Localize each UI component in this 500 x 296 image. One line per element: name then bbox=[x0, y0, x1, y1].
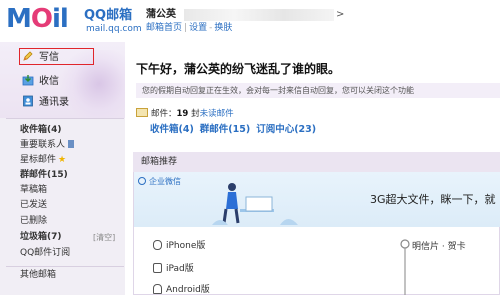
folder-group[interactable]: 群邮件(15) bbox=[20, 170, 68, 181]
qqmail-logo[interactable]: MOil bbox=[6, 4, 69, 34]
unread-mail-link[interactable]: 未读邮件 bbox=[200, 109, 234, 119]
android-icon bbox=[153, 284, 162, 294]
logo-title: QQ邮箱 bbox=[84, 8, 133, 23]
star-icon: ★ bbox=[58, 155, 67, 165]
top-header bbox=[0, 0, 500, 42]
folder-label: QQ邮件订阅 bbox=[20, 248, 71, 258]
contacts-label: 通讯录 bbox=[39, 97, 69, 108]
folder-drafts[interactable]: 草稿箱 bbox=[20, 185, 47, 196]
auto-reply-notice: 您的假期自动回复正在生效，会对每一封来信自动回复，您可以关闭这个功能 bbox=[136, 83, 500, 98]
banner-text: 3G超大文件，眯一下，就 bbox=[370, 193, 496, 206]
link-mail-home[interactable]: 邮箱首页 bbox=[146, 23, 182, 33]
contacts-icon bbox=[22, 95, 34, 107]
download-label: iPad版 bbox=[166, 264, 194, 274]
write-highlight-box bbox=[19, 48, 94, 65]
quick-link-inbox[interactable]: 收件箱(4) bbox=[150, 124, 194, 135]
folder-label: 垃圾箱 bbox=[20, 232, 48, 242]
folder-count: (4) bbox=[47, 125, 62, 135]
folder-important-contacts[interactable]: 重要联系人 bbox=[20, 140, 75, 151]
folder-label: 其他邮箱 bbox=[20, 270, 57, 280]
divider bbox=[6, 118, 124, 119]
receive-mail-label: 收信 bbox=[39, 76, 59, 87]
receive-mail-button[interactable]: 收信 bbox=[22, 74, 59, 89]
folder-label: 星标邮件 bbox=[20, 155, 57, 165]
link-settings[interactable]: 设置 bbox=[189, 23, 207, 33]
folder-starred[interactable]: 星标邮件 ★ bbox=[20, 155, 66, 166]
mail-count-number: 19 bbox=[176, 109, 189, 119]
mail-count: 邮件：19 封未读邮件 bbox=[136, 108, 234, 120]
user-email-end: > bbox=[336, 9, 345, 20]
link-skin[interactable]: 换肤 bbox=[214, 23, 232, 33]
folder-label: 群邮件 bbox=[20, 170, 48, 180]
folder-count: (7) bbox=[47, 232, 62, 242]
folder-count: (15) bbox=[47, 170, 68, 180]
download-ipad[interactable]: iPad版 bbox=[153, 263, 194, 275]
download-label: iPhone版 bbox=[166, 241, 206, 251]
contact-icon bbox=[68, 140, 75, 148]
quick-link-subscriptions[interactable]: 订阅中心(23) bbox=[256, 124, 316, 135]
folder-spam[interactable]: 垃圾箱(7) bbox=[20, 232, 62, 243]
recommend-title: 邮箱推荐 bbox=[141, 157, 178, 167]
folder-inbox[interactable]: 收件箱(4) bbox=[20, 125, 62, 136]
wework-label: 企业微信 bbox=[149, 177, 181, 186]
contacts-button[interactable]: 通讯录 bbox=[22, 95, 69, 110]
user-email-blurred bbox=[184, 9, 334, 21]
folder-label: 已删除 bbox=[20, 216, 48, 226]
banner-illustration bbox=[212, 183, 298, 225]
mail-count-unit: 封 bbox=[191, 109, 200, 119]
greeting-text: 下午好，蒲公英的纷飞迷乱了谁的眼。 bbox=[136, 62, 341, 76]
clear-spam-link[interactable]: [清空] bbox=[93, 232, 115, 243]
wework-brand[interactable]: 企业微信 bbox=[138, 176, 181, 187]
postcard-icon bbox=[400, 239, 410, 295]
logo-domain: mail.qq.com bbox=[86, 24, 142, 34]
mail-count-label: 邮件： bbox=[151, 109, 177, 119]
download-android[interactable]: Android版 bbox=[153, 284, 210, 296]
folder-label: 草稿箱 bbox=[20, 185, 48, 195]
envelope-icon bbox=[136, 108, 148, 117]
folder-label: 重要联系人 bbox=[20, 140, 66, 150]
folder-label: 已发送 bbox=[20, 200, 48, 210]
folder-subscriptions[interactable]: QQ邮件订阅 bbox=[20, 248, 70, 259]
folder-sent[interactable]: 已发送 bbox=[20, 200, 47, 211]
top-links: 邮箱首页 | 设置 - 换肤 bbox=[146, 23, 233, 33]
apple-icon bbox=[153, 240, 162, 250]
postcard-link[interactable]: 明信片 · 贺卡 bbox=[412, 241, 466, 253]
download-label: Android版 bbox=[166, 285, 210, 295]
user-name: 蒲公英 bbox=[146, 9, 176, 20]
tablet-icon bbox=[153, 263, 162, 273]
download-iphone[interactable]: iPhone版 bbox=[153, 240, 205, 252]
folder-label: 收件箱 bbox=[20, 125, 48, 135]
folder-deleted[interactable]: 已删除 bbox=[20, 216, 47, 227]
inbox-icon bbox=[22, 74, 34, 86]
divider bbox=[6, 266, 124, 267]
folder-other-mailboxes[interactable]: 其他邮箱 bbox=[20, 270, 56, 281]
recommend-header bbox=[133, 152, 500, 172]
quick-links: 收件箱(4) 群邮件(15) 订阅中心(23) bbox=[150, 124, 322, 136]
quick-link-group[interactable]: 群邮件(15) bbox=[200, 124, 250, 135]
wework-icon bbox=[138, 177, 146, 185]
